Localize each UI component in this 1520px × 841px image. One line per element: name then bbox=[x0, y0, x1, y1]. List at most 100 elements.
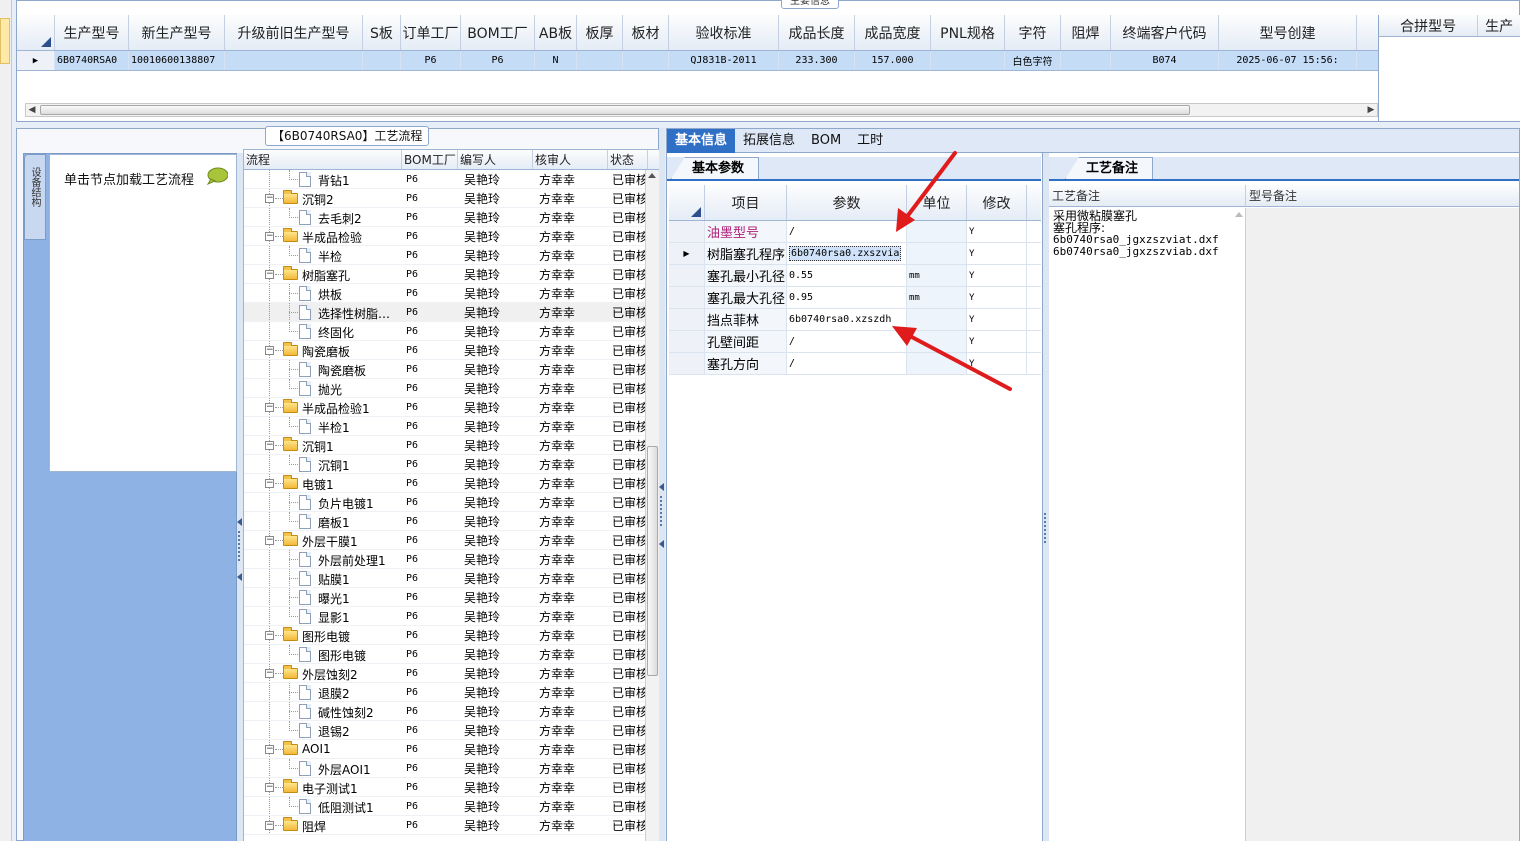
process-tree-vscrollbar[interactable] bbox=[645, 170, 659, 841]
tree-row[interactable]: 磨板1 P6 吴艳玲 方幸幸 已审核 bbox=[244, 512, 659, 531]
tab-extended[interactable]: 拓展信息 bbox=[735, 129, 803, 153]
center-splitter[interactable] bbox=[659, 128, 665, 841]
column-header[interactable]: AB板 bbox=[535, 15, 577, 50]
column-header[interactable]: PNL规格 bbox=[931, 15, 1005, 50]
grid-cell[interactable] bbox=[363, 51, 401, 70]
collapse-node-icon[interactable]: − bbox=[265, 821, 274, 830]
select-all-icon[interactable] bbox=[41, 37, 51, 47]
tree-row[interactable]: − 阻焊 P6 吴艳玲 方幸幸 已审核 bbox=[244, 816, 659, 835]
param-value[interactable]: 0.55 bbox=[787, 265, 907, 286]
column-header[interactable]: 字符 bbox=[1005, 15, 1061, 50]
tree-node[interactable]: 退膜2 bbox=[244, 683, 402, 701]
tree-row[interactable]: 退膜2 P6 吴艳玲 方幸幸 已审核 bbox=[244, 683, 659, 702]
param-modify[interactable]: Y bbox=[967, 221, 1027, 242]
column-header[interactable]: 成品长度 bbox=[779, 15, 855, 50]
column-header[interactable]: BOM工厂 bbox=[461, 15, 535, 50]
basic-params-section-tab[interactable]: 基本参数 bbox=[671, 157, 760, 179]
grid-cell[interactable]: 6B0740RSA0 bbox=[55, 51, 129, 70]
param-row[interactable]: 油墨型号 / Y bbox=[669, 221, 1041, 243]
tree-row[interactable]: 贴膜1 P6 吴艳玲 方幸幸 已审核 bbox=[244, 569, 659, 588]
param-column-header[interactable]: 参数 bbox=[787, 185, 907, 220]
tree-column-header[interactable]: BOM工厂 bbox=[402, 150, 458, 169]
tree-node[interactable]: 背钻1 bbox=[244, 170, 402, 188]
collapse-node-icon[interactable]: − bbox=[265, 194, 274, 203]
tree-row[interactable]: 外层前处理1 P6 吴艳玲 方幸幸 已审核 bbox=[244, 550, 659, 569]
tree-row[interactable]: 沉铜1 P6 吴艳玲 方幸幸 已审核 bbox=[244, 455, 659, 474]
tree-node[interactable]: − 电子测试1 bbox=[244, 778, 402, 796]
tree-row[interactable]: − 电镀1 P6 吴艳玲 方幸幸 已审核 bbox=[244, 474, 659, 493]
tree-row[interactable]: − 沉铜2 P6 吴艳玲 方幸幸 已审核 bbox=[244, 189, 659, 208]
column-header[interactable]: 验收标准 bbox=[669, 15, 779, 50]
grid-cell[interactable] bbox=[577, 51, 623, 70]
grid-cell[interactable]: P6 bbox=[461, 51, 535, 70]
column-header[interactable]: 型号创建 bbox=[1219, 15, 1357, 50]
tree-row[interactable]: − AOI1 P6 吴艳玲 方幸幸 已审核 bbox=[244, 740, 659, 759]
grid-cell[interactable]: 157.000 bbox=[855, 51, 931, 70]
tree-node[interactable]: − 电镀1 bbox=[244, 474, 402, 492]
tree-node[interactable]: 磨板1 bbox=[244, 512, 402, 530]
merge-column-header[interactable]: 合拼型号 bbox=[1379, 15, 1479, 36]
grid-cell[interactable]: B074 bbox=[1111, 51, 1219, 70]
tree-node[interactable]: 终固化 bbox=[244, 322, 402, 340]
tree-node[interactable]: 显影1 bbox=[244, 607, 402, 625]
column-header[interactable]: 新生产型号 bbox=[129, 15, 225, 50]
tree-row[interactable]: 半检1 P6 吴艳玲 方幸幸 已审核 bbox=[244, 417, 659, 436]
tree-node[interactable]: − 外层干膜1 bbox=[244, 531, 402, 549]
param-value[interactable]: / bbox=[787, 353, 907, 374]
param-value[interactable]: / bbox=[787, 331, 907, 352]
column-header[interactable]: S板 bbox=[363, 15, 401, 50]
column-header[interactable]: 板厚 bbox=[577, 15, 623, 50]
model-note-text[interactable] bbox=[1246, 208, 1519, 841]
param-value[interactable]: 6b0740rsa0.zxszvia bbox=[787, 243, 907, 264]
param-row[interactable]: ▶ 树脂塞孔程序 6b0740rsa0.zxszvia Y bbox=[669, 243, 1041, 265]
tree-node[interactable]: 陶瓷磨板 bbox=[244, 360, 402, 378]
grid-cell[interactable]: QJ831B-2011 bbox=[669, 51, 779, 70]
main-grid-hscrollbar[interactable]: ◀ ▶ bbox=[25, 103, 1378, 117]
param-value[interactable]: / bbox=[787, 221, 907, 242]
param-column-header[interactable]: 单位 bbox=[907, 185, 967, 220]
tree-node[interactable]: − 树脂塞孔 bbox=[244, 265, 402, 283]
tree-row[interactable]: 负片电镀1 P6 吴艳玲 方幸幸 已审核 bbox=[244, 493, 659, 512]
tree-node[interactable]: 沉铜1 bbox=[244, 455, 402, 473]
process-note-scrollbar[interactable] bbox=[1232, 208, 1246, 841]
collapse-node-icon[interactable]: − bbox=[265, 270, 274, 279]
tree-row[interactable]: 选择性树脂… P6 吴艳玲 方幸幸 已审核 bbox=[244, 303, 659, 322]
tree-node[interactable]: 烘板 bbox=[244, 284, 402, 302]
column-header[interactable]: 终端客户代码 bbox=[1111, 15, 1219, 50]
tree-column-header[interactable]: 状态 bbox=[608, 150, 648, 169]
collapse-node-icon[interactable]: − bbox=[265, 232, 274, 241]
grid-cell[interactable]: 10010600138807 bbox=[129, 51, 225, 70]
param-value[interactable]: 0.95 bbox=[787, 287, 907, 308]
vscroll-thumb[interactable] bbox=[647, 446, 658, 676]
tree-node[interactable]: − AOI1 bbox=[244, 740, 402, 758]
grid-cell[interactable]: 白色字符 bbox=[1005, 51, 1061, 70]
collapse-node-icon[interactable]: − bbox=[265, 783, 274, 792]
param-modify[interactable]: Y bbox=[967, 309, 1027, 330]
collapse-node-icon[interactable]: − bbox=[265, 479, 274, 488]
collapse-left-icon-2[interactable] bbox=[237, 573, 242, 581]
tree-column-header[interactable]: 编写人 bbox=[458, 150, 533, 169]
tree-node[interactable]: − 半成品检验1 bbox=[244, 398, 402, 416]
tree-row[interactable]: 烘板 P6 吴艳玲 方幸幸 已审核 bbox=[244, 284, 659, 303]
tree-row[interactable]: 碱性蚀刻2 P6 吴艳玲 方幸幸 已审核 bbox=[244, 702, 659, 721]
tree-row[interactable]: 退锡2 P6 吴艳玲 方幸幸 已审核 bbox=[244, 721, 659, 740]
tree-node[interactable]: 外层前处理1 bbox=[244, 550, 402, 568]
tree-node[interactable]: − 阻焊 bbox=[244, 816, 402, 834]
param-row[interactable]: 孔壁间距 / Y bbox=[669, 331, 1041, 353]
column-header[interactable]: 订单工厂 bbox=[401, 15, 461, 50]
tree-row[interactable]: 陶瓷磨板 P6 吴艳玲 方幸幸 已审核 bbox=[244, 360, 659, 379]
param-modify[interactable]: Y bbox=[967, 331, 1027, 352]
select-all-icon[interactable] bbox=[691, 207, 701, 217]
tree-node[interactable]: 图形电镀 bbox=[244, 645, 402, 663]
param-modify[interactable]: Y bbox=[967, 265, 1027, 286]
column-header[interactable]: 板材 bbox=[623, 15, 669, 50]
process-notes-section-tab[interactable]: 工艺备注 bbox=[1065, 157, 1154, 179]
tree-row[interactable]: − 半成品检验 P6 吴艳玲 方幸幸 已审核 bbox=[244, 227, 659, 246]
tree-node[interactable]: − 图形电镀 bbox=[244, 626, 402, 644]
param-column-header[interactable]: 修改 bbox=[967, 185, 1027, 220]
equipment-structure-tab[interactable]: 设备结构 bbox=[24, 154, 46, 240]
scroll-right-arrow-icon[interactable]: ▶ bbox=[1365, 104, 1377, 116]
tree-node[interactable]: 退锡2 bbox=[244, 721, 402, 739]
tree-node[interactable]: 贴膜1 bbox=[244, 569, 402, 587]
tree-row[interactable]: 背钻1 P6 吴艳玲 方幸幸 已审核 bbox=[244, 170, 659, 189]
